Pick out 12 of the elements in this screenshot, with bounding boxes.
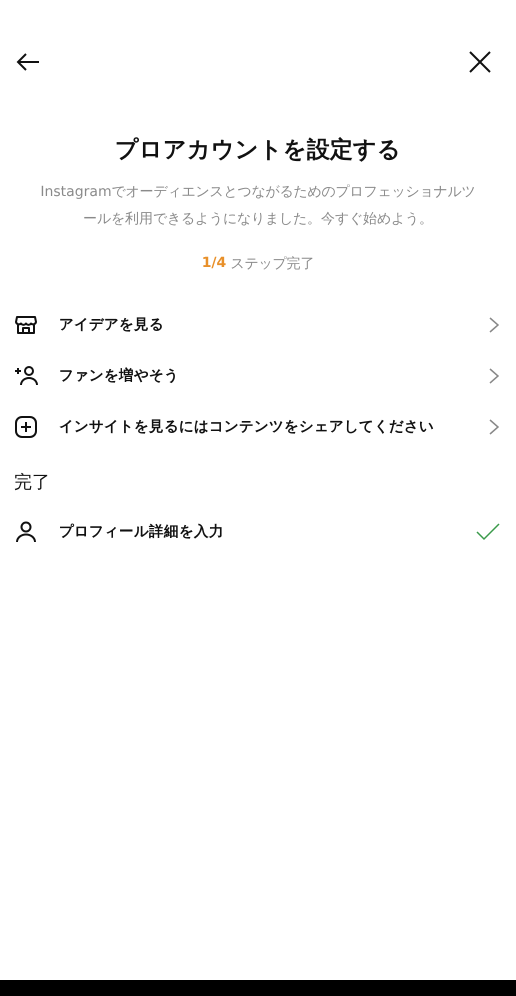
progress-count: 1/4 <box>202 255 226 273</box>
section-heading: 完了 <box>13 471 51 495</box>
step-item[interactable]: インサイトを見るにはコンテンツをシェアしてください <box>0 401 516 452</box>
step-item[interactable]: アイデアを見る <box>0 299 516 350</box>
description-text: Instagramでオーディエンスとつながるためのプロフェッショナルツールを利用できるようになりました。今すぐ始めよう。 <box>40 183 476 229</box>
add-person-icon <box>14 364 38 388</box>
progress-label: ステップ完了 <box>230 255 314 273</box>
person-icon <box>14 520 38 544</box>
step-item[interactable]: ファンを増やそう <box>0 350 516 401</box>
page-title: プロアカウントを設定する <box>114 136 402 165</box>
add-square-icon <box>14 414 38 438</box>
step-item[interactable]: プロフィール詳細を入力 <box>0 506 516 557</box>
